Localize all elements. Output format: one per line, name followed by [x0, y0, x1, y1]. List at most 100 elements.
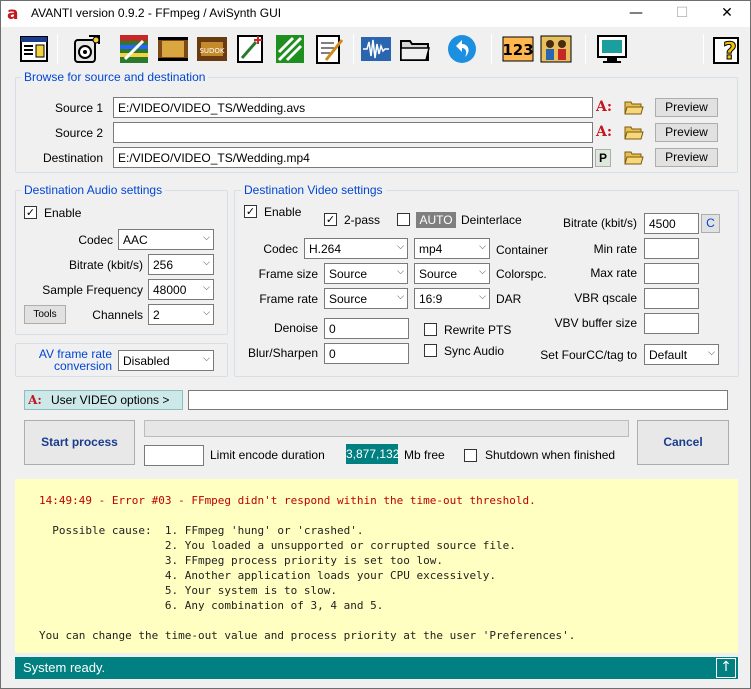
status-bar: System ready. ↑: [15, 657, 738, 679]
auto-badge[interactable]: AUTO: [416, 212, 456, 228]
user-video-options-button[interactable]: A: User VIDEO options >: [24, 390, 183, 410]
log-line: 6. Any combination of 3, 4 and 5.: [39, 599, 384, 612]
svg-text:?: ?: [723, 37, 737, 65]
framesize-select[interactable]: Source ⌵: [324, 263, 408, 284]
wand-icon[interactable]: [234, 32, 268, 66]
maxrate-input[interactable]: [644, 263, 699, 284]
vbv-buffer-input[interactable]: [644, 313, 699, 334]
fourcc-value: Default: [649, 348, 688, 362]
audio-frequency-select[interactable]: 48000 ⌵: [148, 279, 214, 300]
dar-value: 16:9: [419, 292, 443, 306]
maxrate-label: Max rate: [590, 266, 637, 280]
open-folder-icon[interactable]: [624, 123, 644, 141]
folder-icon[interactable]: [398, 32, 432, 66]
blur-sharpen-input[interactable]: 0: [324, 343, 409, 364]
sync-audio-checkbox[interactable]: [424, 344, 437, 357]
film-icon[interactable]: [156, 32, 190, 66]
audio-enable-checkbox[interactable]: ✓: [24, 206, 37, 219]
chevron-down-icon: ⌵: [479, 242, 486, 252]
p-button[interactable]: P: [595, 149, 611, 167]
sound-icon[interactable]: [69, 32, 103, 66]
counter-icon[interactable]: 123: [501, 32, 535, 66]
window-icon[interactable]: [17, 32, 51, 66]
shutdown-checkbox[interactable]: [464, 449, 477, 462]
monitor-icon[interactable]: [595, 32, 629, 66]
destination-preview-button[interactable]: Preview: [655, 148, 718, 167]
crew-icon[interactable]: [539, 32, 573, 66]
editor-icon[interactable]: [117, 32, 151, 66]
source2-preview-button[interactable]: Preview: [655, 123, 718, 142]
deinterlace-checkbox[interactable]: [397, 213, 410, 226]
framerate-select[interactable]: Source ⌵: [324, 288, 408, 309]
blur-sharpen-label: Blur/Sharpen: [247, 346, 318, 360]
container-select[interactable]: mp4 ⌵: [414, 238, 490, 259]
undo-icon[interactable]: [445, 32, 479, 66]
log-panel[interactable]: 14:49:49 - Error #03 - FFmpeg didn't res…: [15, 479, 738, 653]
log-error-line: 14:49:49 - Error #03 - FFmpeg didn't res…: [39, 494, 536, 507]
ffmpeg-icon[interactable]: [273, 32, 307, 66]
video-bitrate-input[interactable]: 4500: [644, 213, 699, 234]
tools-button[interactable]: Tools: [24, 305, 66, 324]
toolbar-separator: [703, 34, 704, 64]
audio-channels-select[interactable]: 2 ⌵: [148, 304, 214, 325]
avframe-label-line2: conversion: [53, 359, 112, 373]
minimize-button[interactable]: —: [613, 1, 659, 27]
audio-codec-value: AAC: [123, 233, 148, 247]
video-bitrate-label: Bitrate (kbit/s): [562, 216, 637, 230]
container-value: mp4: [419, 242, 443, 256]
audio-codec-select[interactable]: AAC ⌵: [118, 229, 214, 250]
maximize-button[interactable]: ☐: [659, 1, 705, 27]
cancel-button[interactable]: Cancel: [637, 420, 729, 465]
chevron-down-icon: ⌵: [397, 292, 404, 302]
source2-input[interactable]: [113, 122, 593, 143]
window-title: AVANTI version 0.9.2 - FFmpeg / AviSynth…: [31, 6, 282, 20]
vbr-qscale-input[interactable]: [644, 288, 699, 309]
avisynth-icon[interactable]: A:: [595, 122, 613, 142]
user-video-options-input[interactable]: [188, 390, 728, 410]
waveform-icon[interactable]: [359, 32, 393, 66]
avisynth-icon[interactable]: A:: [595, 97, 613, 117]
log-footer-line: You can change the time-out value and pr…: [39, 629, 576, 642]
free-space-badge: 3,877,132: [346, 444, 399, 464]
destination-input[interactable]: E:/VIDEO/VIDEO_TS/Wedding.mp4: [113, 147, 593, 168]
close-button[interactable]: ✕: [704, 1, 750, 27]
source1-input[interactable]: E:/VIDEO/VIDEO_TS/Wedding.avs: [113, 97, 593, 118]
sudoku-icon[interactable]: SUDOK: [195, 32, 229, 66]
chevron-down-icon: ⌵: [203, 354, 210, 364]
open-folder-icon[interactable]: [624, 98, 644, 116]
scroll-up-button[interactable]: ↑: [716, 658, 736, 678]
notepad-icon[interactable]: [312, 32, 346, 66]
fourcc-select[interactable]: Default ⌵: [644, 344, 719, 365]
avframe-select[interactable]: Disabled ⌵: [118, 350, 214, 371]
svg-text:SUDOK: SUDOK: [199, 47, 224, 55]
open-folder-icon[interactable]: [624, 148, 644, 166]
sync-audio-label: Sync Audio: [444, 344, 505, 358]
audio-bitrate-select[interactable]: 256 ⌵: [148, 254, 214, 275]
help-icon[interactable]: ?: [711, 32, 745, 66]
vbr-qscale-label: VBR qscale: [574, 291, 637, 305]
start-process-button[interactable]: Start process: [24, 420, 135, 465]
video-codec-select[interactable]: H.264 ⌵: [304, 238, 408, 259]
c-button[interactable]: C: [701, 214, 720, 233]
framerate-label: Frame rate: [259, 292, 318, 306]
chevron-down-icon: ⌵: [203, 283, 210, 293]
chevron-down-icon: ⌵: [479, 267, 486, 277]
rewrite-pts-checkbox[interactable]: [424, 323, 437, 336]
colorspace-select[interactable]: Source ⌵: [414, 263, 490, 284]
video-enable-checkbox[interactable]: ✓: [244, 205, 257, 218]
svg-text:123: 123: [502, 41, 533, 59]
avisynth-icon: A:: [28, 393, 42, 407]
minrate-input[interactable]: [644, 238, 699, 259]
audio-bitrate-value: 256: [153, 258, 174, 272]
deinterlace-label: Deinterlace: [461, 213, 522, 227]
dar-label: DAR: [496, 292, 522, 306]
source1-preview-button[interactable]: Preview: [655, 98, 718, 117]
limit-duration-input[interactable]: [144, 445, 204, 466]
title-bar: a AVANTI version 0.9.2 - FFmpeg / AviSyn…: [1, 1, 750, 27]
limit-duration-label: Limit encode duration: [210, 448, 325, 462]
rewrite-pts-label: Rewrite PTS: [444, 323, 512, 337]
avframe-value: Disabled: [123, 354, 170, 368]
twopass-checkbox[interactable]: ✓: [324, 213, 337, 226]
denoise-input[interactable]: 0: [324, 318, 409, 339]
dar-select[interactable]: 16:9 ⌵: [414, 288, 490, 309]
